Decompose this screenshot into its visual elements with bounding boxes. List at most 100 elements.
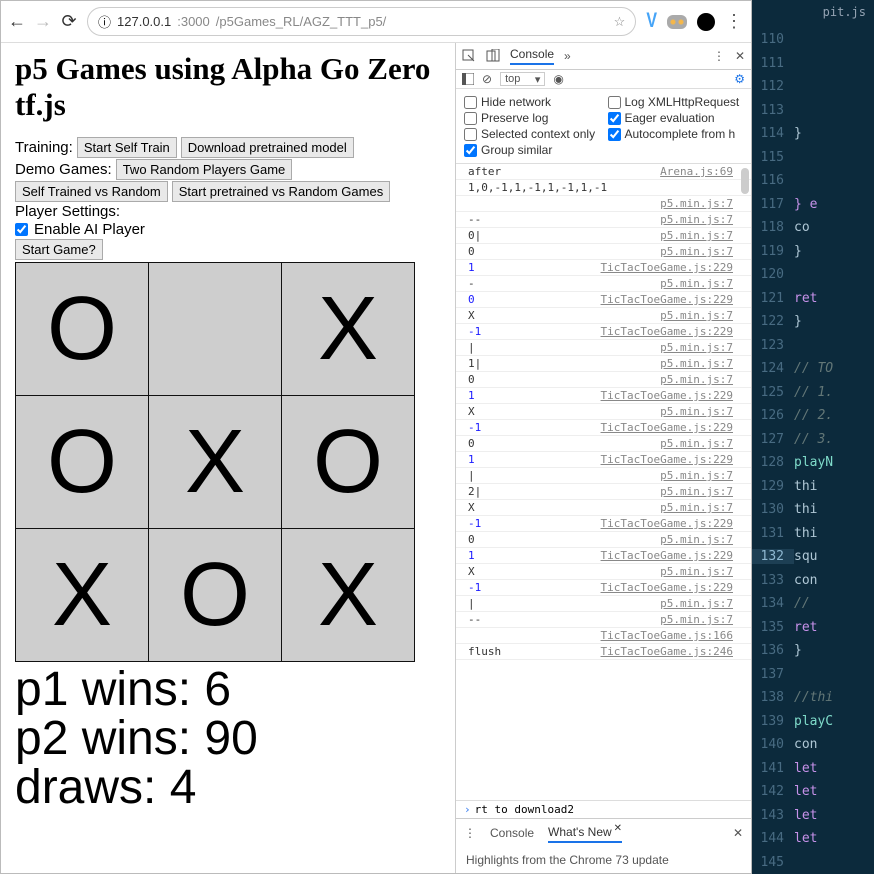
editor-tab[interactable]: pit.js: [815, 3, 874, 21]
code-line[interactable]: 131 thi: [752, 522, 874, 546]
log-source-link[interactable]: p5.min.js:7: [660, 501, 733, 514]
log-source-link[interactable]: p5.min.js:7: [660, 597, 733, 610]
url-input[interactable]: ⓘ 127.0.0.1:3000/p5Games_RL/AGZ_TTT_p5/ …: [87, 7, 636, 36]
board-cell-1-2[interactable]: O: [282, 396, 415, 529]
code-line[interactable]: 136 }: [752, 639, 874, 663]
info-icon[interactable]: ⓘ: [98, 12, 111, 31]
log-source-link[interactable]: TicTacToeGame.js:229: [601, 549, 733, 562]
board-cell-2-0[interactable]: X: [16, 529, 149, 662]
log-source-link[interactable]: p5.min.js:7: [660, 229, 733, 242]
code-line[interactable]: 140 con: [752, 733, 874, 757]
code-line[interactable]: 118 co: [752, 216, 874, 240]
menu-icon[interactable]: ⋮: [725, 11, 743, 32]
inspect-element-icon[interactable]: [462, 49, 476, 63]
devtools-menu-icon[interactable]: ⋮: [713, 49, 725, 63]
code-line[interactable]: 119 }: [752, 240, 874, 264]
forward-button[interactable]: →: [35, 14, 51, 30]
code-line[interactable]: 138 //thi: [752, 686, 874, 710]
log-source-link[interactable]: TicTacToeGame.js:229: [601, 581, 733, 594]
code-line[interactable]: 124 // TO: [752, 357, 874, 381]
code-line[interactable]: 127 // 3.: [752, 428, 874, 452]
code-line[interactable]: 111: [752, 52, 874, 76]
live-expression-icon[interactable]: ◉: [553, 72, 563, 86]
back-button[interactable]: ←: [9, 14, 25, 30]
scrollbar-thumb[interactable]: [741, 168, 749, 194]
drawer-whatsnew-tab[interactable]: What's New✕: [548, 823, 622, 843]
drawer-console-tab[interactable]: Console: [490, 826, 534, 840]
log-source-link[interactable]: p5.min.js:7: [660, 277, 733, 290]
code-line[interactable]: 120: [752, 263, 874, 287]
board-cell-1-1[interactable]: X: [149, 396, 282, 529]
log-source-link[interactable]: TicTacToeGame.js:229: [601, 325, 733, 338]
log-source-link[interactable]: TicTacToeGame.js:229: [601, 453, 733, 466]
code-line[interactable]: 129 thi: [752, 475, 874, 499]
log-source-link[interactable]: p5.min.js:7: [660, 309, 733, 322]
self-trained-vs-random-button[interactable]: Self Trained vs Random: [15, 181, 168, 202]
board-cell-0-2[interactable]: X: [282, 263, 415, 396]
log-source-link[interactable]: TicTacToeGame.js:166: [601, 629, 733, 642]
extension-icon-1[interactable]: V: [646, 10, 657, 33]
start-game-button[interactable]: Start Game?: [15, 239, 103, 260]
code-line[interactable]: 135 ret: [752, 616, 874, 640]
code-line[interactable]: 137: [752, 663, 874, 687]
log-xmlhttp-checkbox[interactable]: [608, 96, 621, 109]
code-line[interactable]: 116: [752, 169, 874, 193]
log-source-link[interactable]: p5.min.js:7: [660, 405, 733, 418]
log-source-link[interactable]: Arena.js:69: [660, 165, 733, 178]
log-source-link[interactable]: TicTacToeGame.js:229: [601, 389, 733, 402]
code-line[interactable]: 142 let: [752, 780, 874, 804]
start-self-train-button[interactable]: Start Self Train: [77, 137, 177, 158]
log-source-link[interactable]: p5.min.js:7: [660, 197, 733, 210]
selected-context-checkbox[interactable]: [464, 128, 477, 141]
devtools-close-icon[interactable]: ✕: [735, 49, 745, 63]
log-source-link[interactable]: p5.min.js:7: [660, 213, 733, 226]
drawer-menu-icon[interactable]: ⋮: [464, 826, 476, 840]
code-line[interactable]: 134 //: [752, 592, 874, 616]
download-pretrained-button[interactable]: Download pretrained model: [181, 137, 354, 158]
log-source-link[interactable]: p5.min.js:7: [660, 373, 733, 386]
log-source-link[interactable]: TicTacToeGame.js:229: [601, 517, 733, 530]
preserve-log-checkbox[interactable]: [464, 112, 477, 125]
drawer-close-icon[interactable]: ✕: [733, 826, 743, 840]
code-line[interactable]: 141 let: [752, 757, 874, 781]
group-similar-checkbox[interactable]: [464, 144, 477, 157]
code-line[interactable]: 112: [752, 75, 874, 99]
log-source-link[interactable]: p5.min.js:7: [660, 613, 733, 626]
autocomplete-checkbox[interactable]: [608, 128, 621, 141]
code-line[interactable]: 145: [752, 851, 874, 874]
log-source-link[interactable]: TicTacToeGame.js:229: [601, 421, 733, 434]
board-cell-0-0[interactable]: O: [16, 263, 149, 396]
console-log-area[interactable]: afterArena.js:691,0,-1,1,-1,1,-1,1,-1p5.…: [456, 164, 751, 800]
code-line[interactable]: 133 con: [752, 569, 874, 593]
console-prompt[interactable]: › rt to download2: [456, 800, 751, 818]
log-source-link[interactable]: p5.min.js:7: [660, 437, 733, 450]
bookmark-star-icon[interactable]: ☆: [614, 14, 626, 30]
extension-icon-2[interactable]: [667, 15, 687, 29]
console-sidebar-icon[interactable]: [462, 73, 474, 85]
log-source-link[interactable]: p5.min.js:7: [660, 341, 733, 354]
code-line[interactable]: 115: [752, 146, 874, 170]
log-source-link[interactable]: p5.min.js:7: [660, 469, 733, 482]
code-line[interactable]: 143 let: [752, 804, 874, 828]
log-source-link[interactable]: TicTacToeGame.js:229: [601, 293, 733, 306]
log-source-link[interactable]: p5.min.js:7: [660, 565, 733, 578]
code-line[interactable]: 128 playN: [752, 451, 874, 475]
code-line[interactable]: 121 ret: [752, 287, 874, 311]
board-cell-1-0[interactable]: O: [16, 396, 149, 529]
board-cell-0-1[interactable]: [149, 263, 282, 396]
reload-button[interactable]: ⟳: [61, 14, 77, 30]
code-line[interactable]: 139 playC: [752, 710, 874, 734]
eager-eval-checkbox[interactable]: [608, 112, 621, 125]
clear-console-icon[interactable]: ⊘: [482, 72, 492, 86]
code-area[interactable]: 110111112113114 }115116117 } e118 co119 …: [752, 28, 874, 874]
code-line[interactable]: 144 let: [752, 827, 874, 851]
code-line[interactable]: 117 } e: [752, 193, 874, 217]
two-random-players-button[interactable]: Two Random Players Game: [116, 159, 293, 180]
log-source-link[interactable]: p5.min.js:7: [660, 245, 733, 258]
hide-network-checkbox[interactable]: [464, 96, 477, 109]
board-cell-2-2[interactable]: X: [282, 529, 415, 662]
board-cell-2-1[interactable]: O: [149, 529, 282, 662]
log-source-link[interactable]: p5.min.js:7: [660, 533, 733, 546]
code-line[interactable]: 113: [752, 99, 874, 123]
pretrained-vs-random-button[interactable]: Start pretrained vs Random Games: [172, 181, 390, 202]
